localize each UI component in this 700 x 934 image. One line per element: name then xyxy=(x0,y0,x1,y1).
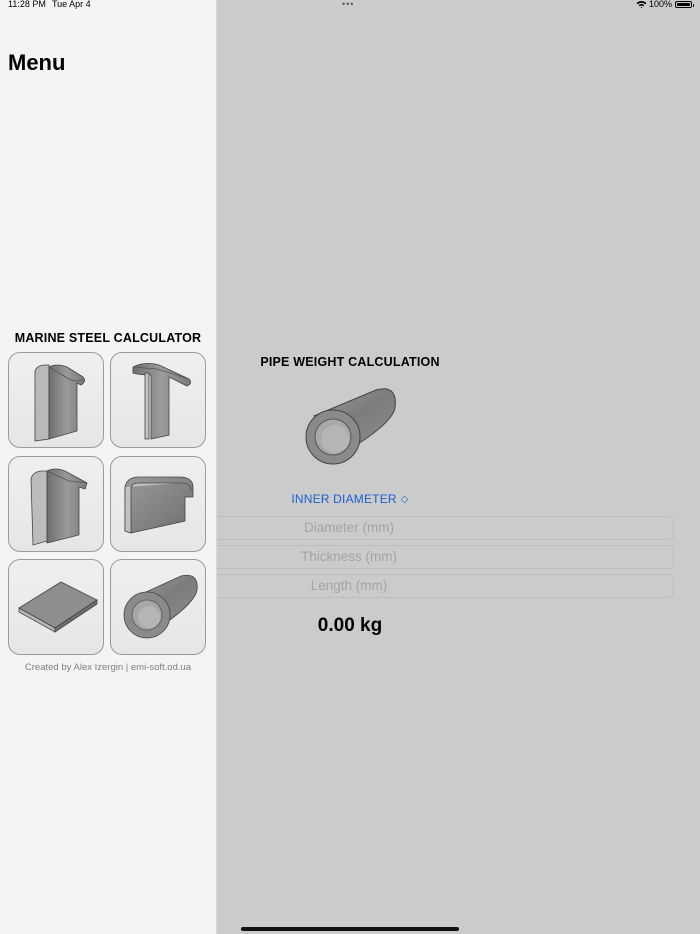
multitask-dots-icon[interactable]: ••• xyxy=(342,0,354,9)
mode-selector[interactable]: INNER DIAMETER ◇ xyxy=(218,492,482,506)
tile-angle[interactable] xyxy=(8,456,104,552)
weight-result: 0.00 kg xyxy=(317,615,383,636)
t-bulb-profile-icon xyxy=(132,363,191,440)
home-indicator[interactable] xyxy=(241,927,459,931)
battery-percent: 100% xyxy=(649,0,673,9)
bulb-flat-profile-icon xyxy=(124,476,194,534)
tile-plate[interactable] xyxy=(8,559,104,655)
sidebar-menu: Menu MARINE STEEL CALCULATOR Created by … xyxy=(0,0,217,934)
status-time: 11:28 PM xyxy=(8,0,46,9)
battery-icon xyxy=(675,1,694,8)
tile-bulb-flat[interactable] xyxy=(110,456,206,552)
angle-profile-icon xyxy=(30,468,88,546)
section-title: MARINE STEEL CALCULATOR xyxy=(14,331,202,345)
status-bar: 11:28 PM Tue Apr 4 ••• 100% xyxy=(0,0,700,10)
tile-angle-bulb[interactable] xyxy=(8,352,104,448)
menu-title: Menu xyxy=(8,50,66,75)
chevron-up-down-icon: ◇ xyxy=(400,494,409,505)
credit-text: Created by Alex Izergin | emi-soft.od.ua xyxy=(24,662,192,673)
wifi-icon xyxy=(636,1,647,9)
page-title: PIPE WEIGHT CALCULATION xyxy=(260,355,440,369)
pipe-icon xyxy=(123,574,198,639)
angle-bulb-profile-icon xyxy=(34,364,85,442)
tile-pipe[interactable] xyxy=(110,559,206,655)
steel-plate-icon xyxy=(18,581,98,633)
mode-selector-label: INNER DIAMETER xyxy=(291,492,397,506)
status-date: Tue Apr 4 xyxy=(52,0,91,9)
tile-t-bulb[interactable] xyxy=(110,352,206,448)
pipe-icon xyxy=(305,388,396,465)
